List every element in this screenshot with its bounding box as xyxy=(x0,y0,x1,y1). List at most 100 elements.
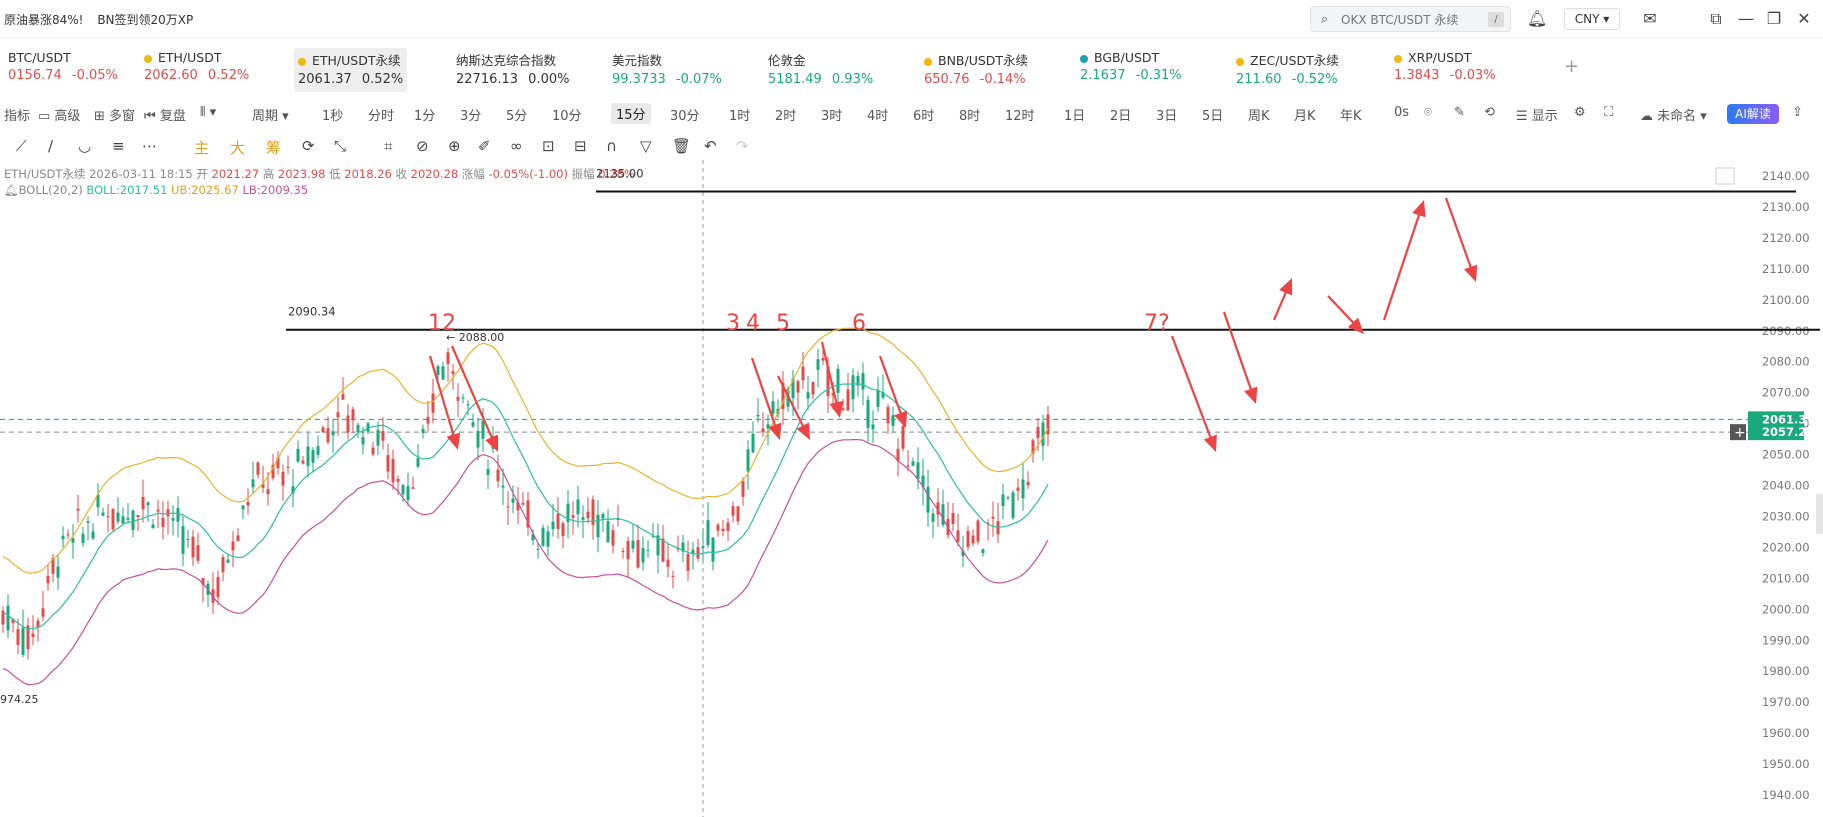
ruler-icon[interactable]: ⊘ xyxy=(416,137,429,155)
search-box[interactable]: ⌕ / xyxy=(1310,6,1511,32)
ticker-1[interactable]: ETH/USDT 2062.60 0.52% xyxy=(140,48,253,92)
candle-body xyxy=(181,526,185,554)
filter-icon[interactable]: ▽ xyxy=(640,137,652,155)
period-2日[interactable]: 2日 xyxy=(1110,105,1131,124)
bell-icon[interactable]: 🔔︎ xyxy=(1525,7,1549,31)
ticker-9[interactable]: XRP/USDT 1.3843 -0.03% xyxy=(1390,48,1500,92)
curve-icon[interactable]: ◡ xyxy=(78,137,91,155)
news-ticker[interactable]: 原油暴涨84%! BN签到领20万XP xyxy=(4,11,203,28)
period-dropdown[interactable]: 周期 ▾ xyxy=(252,105,289,124)
period-分时[interactable]: 分时 xyxy=(368,105,394,124)
period-15分[interactable]: 15分 xyxy=(611,103,651,124)
ticker-8[interactable]: ZEC/USDT永续 211.60 -0.52% xyxy=(1232,48,1343,92)
layout-icon[interactable]: ⟲ xyxy=(1484,105,1495,120)
candle-body xyxy=(956,530,960,542)
period-10分[interactable]: 10分 xyxy=(552,105,582,124)
main-tool[interactable]: 主 xyxy=(194,137,209,158)
crop-icon[interactable]: ⌗ xyxy=(384,137,392,155)
y-tick-label: 2120.00 xyxy=(1762,231,1810,245)
trash-icon[interactable]: 🗑︎ xyxy=(672,137,691,155)
candle-body xyxy=(441,366,445,380)
zoom-icon[interactable]: ⊕ xyxy=(448,137,461,155)
price-chart[interactable]: 2140.00 2130.00 2120.00 2110.00 2100.00 2090.… xyxy=(0,160,1823,817)
candle-body xyxy=(81,533,85,543)
low-marker: 974.25 xyxy=(0,693,39,706)
period-5分[interactable]: 5分 xyxy=(506,105,527,124)
magnet2-icon[interactable]: ∩ xyxy=(606,137,617,155)
candle-body xyxy=(76,508,80,511)
ticker-name: ETH/USDT永续 xyxy=(298,50,403,69)
ticker-6[interactable]: BNB/USDT永续 650.76 -0.14% xyxy=(920,48,1032,92)
period-6时[interactable]: 6时 xyxy=(913,105,934,124)
period-5日[interactable]: 5日 xyxy=(1202,105,1223,124)
display-button[interactable]: ☰ 显示 xyxy=(1516,105,1558,124)
pen-icon[interactable]: ✎ xyxy=(1454,105,1465,120)
ai-analyze-button[interactable]: AI解读 xyxy=(1727,104,1779,124)
camera-icon[interactable]: ⌾ xyxy=(1424,105,1432,120)
minimize-icon[interactable]: — xyxy=(1734,7,1758,31)
indicator-button[interactable]: 指标 xyxy=(4,105,30,124)
ticker-price-value: 650.76 xyxy=(924,72,970,87)
layout-name-dropdown[interactable]: ☁ 未命名 ▾ xyxy=(1640,105,1707,124)
big-tool[interactable]: 大 xyxy=(230,137,245,158)
close-icon[interactable]: ✕ xyxy=(1792,7,1816,31)
ticker-0[interactable]: BTC/USDT 0156.74 -0.05% xyxy=(4,48,122,92)
share-icon[interactable]: ⇪ xyxy=(1792,105,1803,120)
period-30分[interactable]: 30分 xyxy=(670,105,700,124)
period-2时[interactable]: 2时 xyxy=(775,105,796,124)
period-12时[interactable]: 12时 xyxy=(1005,105,1035,124)
chips-tool[interactable]: 筹 xyxy=(266,137,281,158)
mail-icon[interactable]: ✉ xyxy=(1638,7,1662,31)
candle-body xyxy=(381,431,385,441)
period-1时[interactable]: 1时 xyxy=(729,105,750,124)
ticker-7[interactable]: BGB/USDT 2.1637 -0.31% xyxy=(1076,48,1186,92)
ray-line-icon[interactable]: ∕ xyxy=(48,137,53,155)
more-tools-icon[interactable]: ⋯ xyxy=(142,137,157,155)
ticker-2[interactable]: ETH/USDT永续 2061.37 0.52% xyxy=(294,48,408,92)
chart-type-dropdown[interactable]: ⫴ ▾ xyxy=(200,105,216,120)
measure-icon[interactable]: ⤡ xyxy=(334,137,346,155)
period-1日[interactable]: 1日 xyxy=(1064,105,1085,124)
search-input[interactable] xyxy=(1341,10,1481,29)
redo-icon[interactable]: ↷ xyxy=(736,137,749,155)
ticker-5[interactable]: 伦敦金 5181.49 0.93% xyxy=(764,48,877,92)
ticker-3[interactable]: 纳斯达克综合指数 22716.13 0.00% xyxy=(452,48,573,92)
ticker-4[interactable]: 美元指数 99.3733 -0.07% xyxy=(608,48,726,92)
currency-select[interactable]: CNY ▾ xyxy=(1564,8,1620,30)
brush-icon[interactable]: ✐ xyxy=(478,137,491,155)
link-icon[interactable]: ∞ xyxy=(510,137,523,155)
period-3分[interactable]: 3分 xyxy=(460,105,481,124)
period-1分[interactable]: 1分 xyxy=(414,105,435,124)
hide-icon[interactable]: ⊟ xyxy=(574,137,587,155)
advanced-button[interactable]: ▭ 高级 xyxy=(38,105,80,124)
pin-window-icon[interactable]: ⧉ xyxy=(1704,7,1728,31)
candle-body xyxy=(901,425,905,449)
top-bar: 原油暴涨84%! BN签到领20万XP ⌕ / 🔔︎ CNY ▾ ✉ ⧉ — ❐… xyxy=(0,0,1823,38)
period-4时[interactable]: 4时 xyxy=(867,105,888,124)
restore-icon[interactable]: ❐ xyxy=(1762,7,1786,31)
add-ticker-icon[interactable]: + xyxy=(1564,56,1579,77)
news-item-oil[interactable]: 原油暴涨84%! xyxy=(4,13,83,27)
period-3日[interactable]: 3日 xyxy=(1156,105,1177,124)
multi-window-button[interactable]: ⊞ 多窗 xyxy=(94,105,135,124)
period-月K[interactable]: 月K xyxy=(1294,105,1316,124)
fullscreen-icon[interactable]: ⛶ xyxy=(1604,105,1613,120)
period-年K[interactable]: 年K xyxy=(1340,105,1362,124)
ticker-name: 纳斯达克综合指数 xyxy=(456,50,569,69)
period-周K[interactable]: 周K xyxy=(1248,105,1270,124)
undo-icon[interactable]: ↶ xyxy=(704,137,717,155)
news-item-bn[interactable]: BN签到领20万XP xyxy=(97,13,193,27)
candle-body xyxy=(321,427,325,433)
settings-icon[interactable]: ⚙ xyxy=(1574,105,1586,120)
period-3时[interactable]: 3时 xyxy=(821,105,842,124)
trend-line-icon[interactable]: ⟋ xyxy=(16,137,27,155)
magnet-icon[interactable]: ⟳ xyxy=(302,137,315,155)
display-label: 显示 xyxy=(1531,109,1558,124)
period-1秒[interactable]: 1秒 xyxy=(322,105,343,124)
candle-body xyxy=(451,371,455,375)
replay-button[interactable]: ⏮ 复盘 xyxy=(144,105,186,124)
period-8时[interactable]: 8时 xyxy=(959,105,980,124)
parallel-lines-icon[interactable]: ≡ xyxy=(112,137,125,155)
wave-label: 12 xyxy=(428,311,456,336)
lock-icon[interactable]: ⊡ xyxy=(542,137,555,155)
